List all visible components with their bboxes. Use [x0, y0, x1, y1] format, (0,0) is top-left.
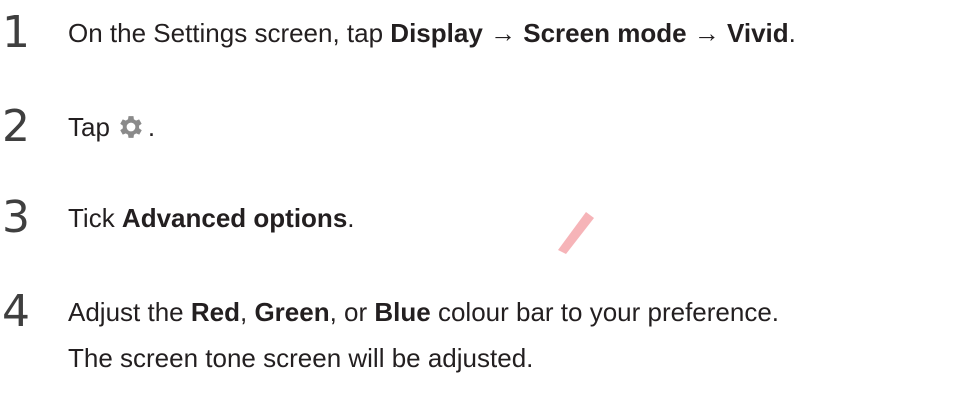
step-4: 4 Adjust the Red, Green, or Blue colour …: [0, 282, 964, 342]
step-text-part: Tick: [68, 203, 122, 233]
arrow: →: [482, 18, 524, 48]
gear-icon: [120, 116, 142, 138]
step-text-part: colour bar to your preference.: [430, 297, 780, 327]
watermark-mark: [558, 212, 594, 254]
step-text-part: .: [147, 112, 156, 142]
step-text: Adjust the Red, Green, or Blue colour ba…: [68, 282, 779, 342]
step-text-part: .: [347, 203, 355, 233]
menu-item-vivid: Vivid: [727, 18, 789, 48]
step-number: 1: [2, 7, 30, 58]
step-text: Tap .: [68, 97, 155, 157]
step-text-part: Tap: [68, 112, 110, 142]
step-4-note: The screen tone screen will be adjusted.: [68, 343, 534, 373]
label-blue: Blue: [374, 297, 431, 327]
step-3: 3 Tick Advanced options.: [0, 188, 964, 248]
menu-item-screen-mode: Screen mode: [523, 18, 687, 48]
step-text-part: Adjust the: [68, 297, 191, 327]
step-number: 2: [2, 101, 30, 152]
menu-item-display: Display: [390, 18, 483, 48]
step-1: 1 On the Settings screen, tap Display → …: [0, 3, 964, 63]
step-number: 3: [2, 192, 30, 243]
step-text-part: , or: [329, 297, 375, 327]
step-text: On the Settings screen, tap Display → Sc…: [68, 3, 796, 63]
label-red: Red: [190, 297, 240, 327]
step-number: 4: [2, 286, 30, 337]
arrow: →: [686, 18, 727, 48]
step-text-part: .: [788, 18, 796, 48]
step-2: 2 Tap .: [0, 97, 964, 157]
label-green: Green: [254, 297, 330, 327]
step-text-part: ,: [239, 297, 255, 327]
step-text: Tick Advanced options.: [68, 188, 355, 248]
step-text-part: On the Settings screen, tap: [68, 18, 391, 48]
option-advanced-options: Advanced options: [121, 203, 348, 233]
